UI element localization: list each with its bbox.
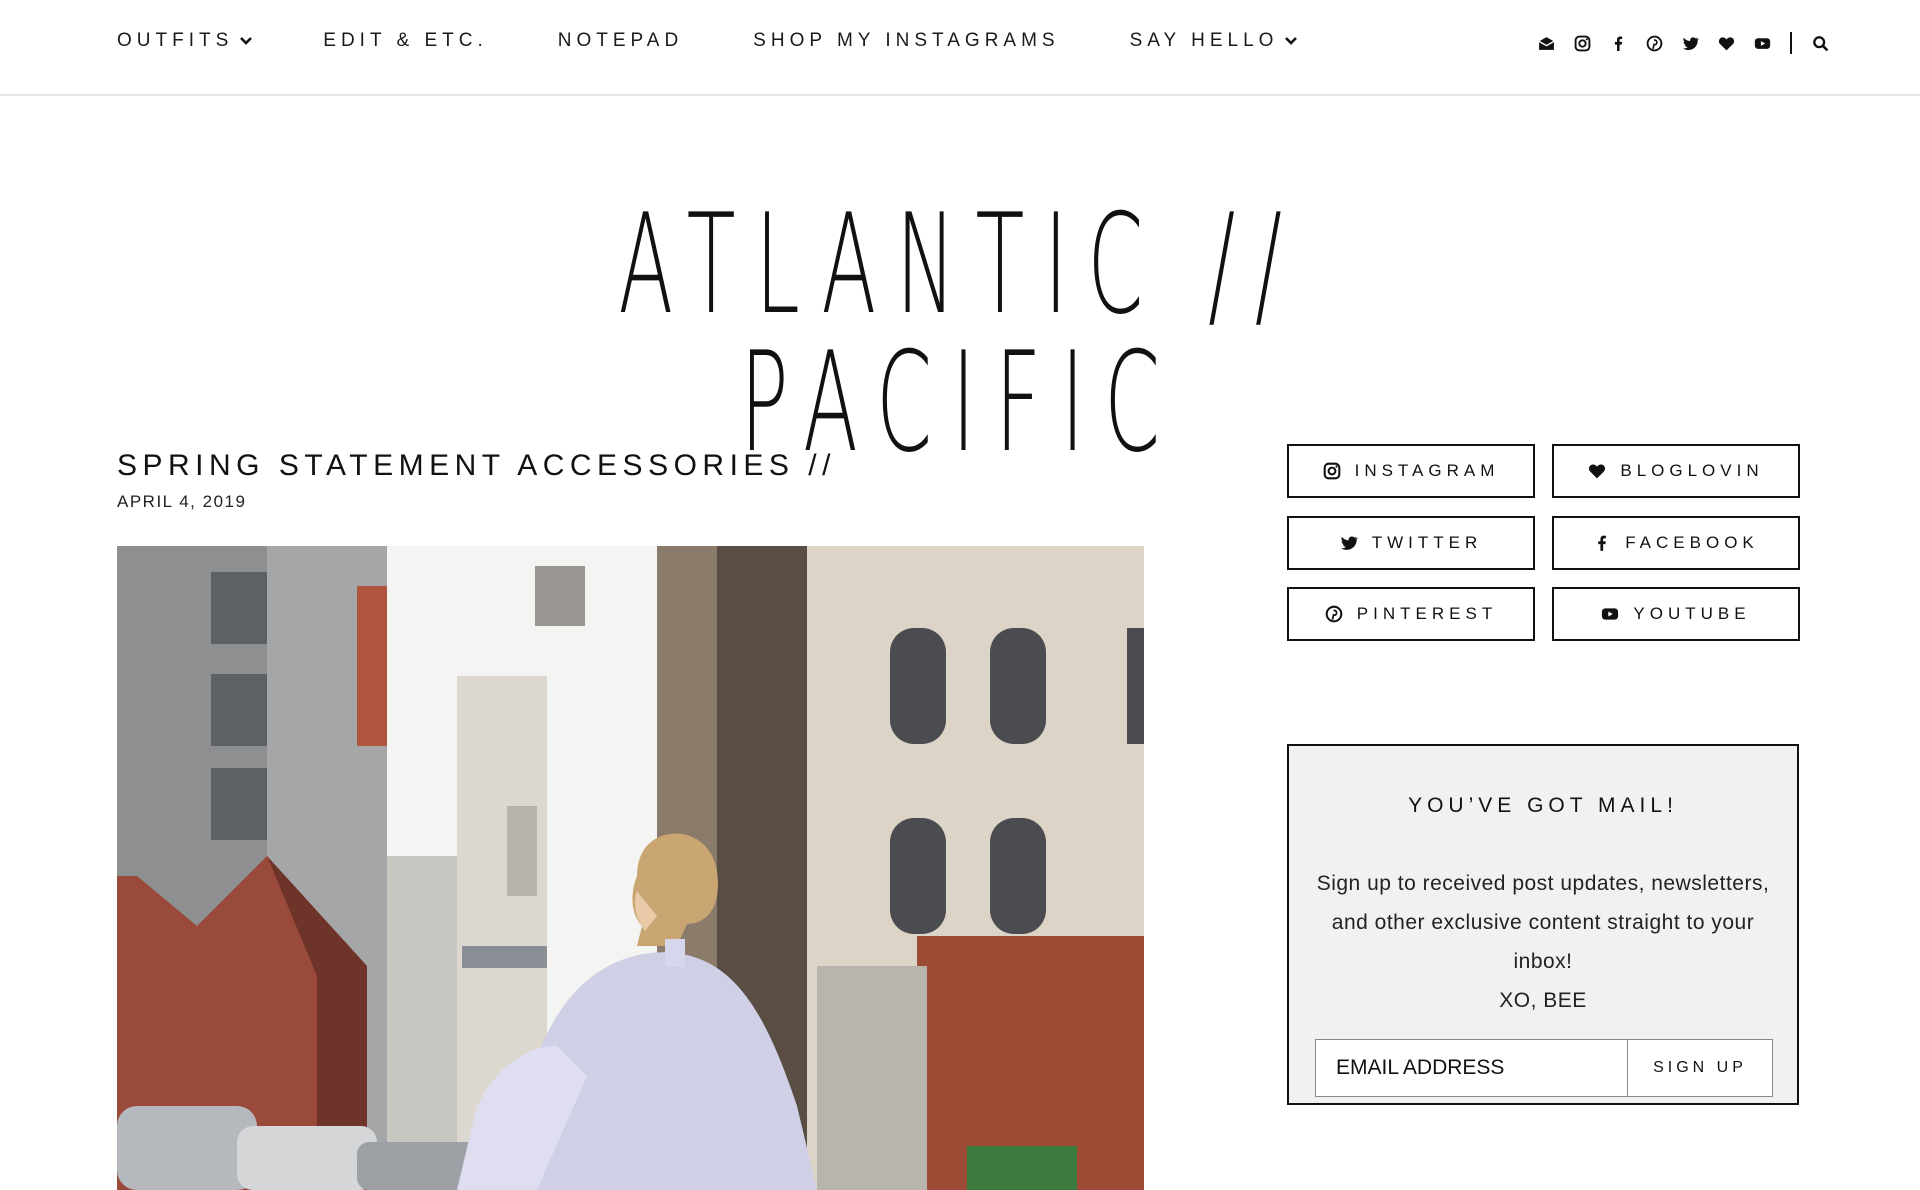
twitter-icon [1340,534,1358,552]
youtube-icon[interactable] [1752,33,1772,53]
nav-item-label: OUTFITS [117,30,234,51]
facebook-button[interactable]: FACEBOOK [1552,516,1800,570]
nav-menu: OUTFITS EDIT & ETC. NOTEPAD SHOP MY INST… [117,30,1368,52]
mail-icon[interactable] [1536,33,1556,53]
newsletter-body-text: Sign up to received post updates, newsle… [1316,872,1770,973]
nav-item-edit-etc[interactable]: EDIT & ETC. [323,30,487,52]
social-button-label: INSTAGRAM [1354,461,1500,480]
bloglovin-button[interactable]: BLOGLOVIN [1552,444,1800,498]
nav-item-shop-my-instagrams[interactable]: SHOP MY INSTAGRAMS [753,30,1059,52]
social-button-label: YOUTUBE [1633,604,1751,623]
chevron-down-icon [240,37,253,45]
nav-item-outfits[interactable]: OUTFITS [117,30,253,52]
sign-up-button[interactable]: SIGN UP [1628,1040,1772,1096]
site-logo-text: ATLANTIC // PACIFIC [618,184,1302,483]
nav-divider [1790,32,1792,54]
youtube-icon [1601,605,1619,623]
pinterest-icon[interactable] [1644,33,1664,53]
instagram-button[interactable]: INSTAGRAM [1287,444,1535,498]
facebook-icon[interactable] [1608,33,1628,53]
newsletter-signoff: XO, BEE [1499,989,1587,1012]
nav-social-icons [1536,32,1846,54]
email-field[interactable] [1316,1040,1628,1096]
pinterest-icon [1325,605,1343,623]
newsletter-description: Sign up to received post updates, newsle… [1309,864,1777,1020]
pinterest-button[interactable]: PINTEREST [1287,587,1535,641]
facebook-icon [1593,534,1611,552]
chevron-down-icon [1285,37,1298,45]
nav-item-say-hello[interactable]: SAY HELLO [1130,30,1299,52]
nav-item-notepad[interactable]: NOTEPAD [558,30,683,52]
heart-icon [1588,462,1606,480]
instagram-icon[interactable] [1572,33,1592,53]
newsletter-title: YOU’VE GOT MAIL! [1408,794,1678,817]
social-button-label: FACEBOOK [1625,533,1759,552]
newsletter-form: SIGN UP [1315,1039,1773,1097]
nav-item-label: EDIT & ETC. [323,30,488,51]
nav-item-label: SAY HELLO [1129,30,1279,51]
nav-item-label: NOTEPAD [557,30,684,51]
site-logo[interactable]: ATLANTIC // PACIFIC [403,196,1517,472]
newsletter-widget: YOU’VE GOT MAIL! Sign up to received pos… [1287,744,1799,1105]
social-button-label: BLOGLOVIN [1620,461,1764,480]
twitter-icon[interactable] [1680,33,1700,53]
post-date: APRIL 4, 2019 [117,492,247,511]
top-navigation: OUTFITS EDIT & ETC. NOTEPAD SHOP MY INST… [0,0,1920,96]
nav-item-label: SHOP MY INSTAGRAMS [753,30,1060,51]
social-button-label: PINTEREST [1356,604,1498,623]
social-button-label: TWITTER [1371,533,1483,552]
post-image[interactable] [117,546,1144,1190]
instagram-icon [1323,462,1341,480]
search-icon[interactable] [1810,33,1830,53]
post-title[interactable]: SPRING STATEMENT ACCESSORIES // [117,449,836,483]
twitter-button[interactable]: TWITTER [1287,516,1535,570]
youtube-button[interactable]: YOUTUBE [1552,587,1800,641]
heart-icon[interactable] [1716,33,1736,53]
